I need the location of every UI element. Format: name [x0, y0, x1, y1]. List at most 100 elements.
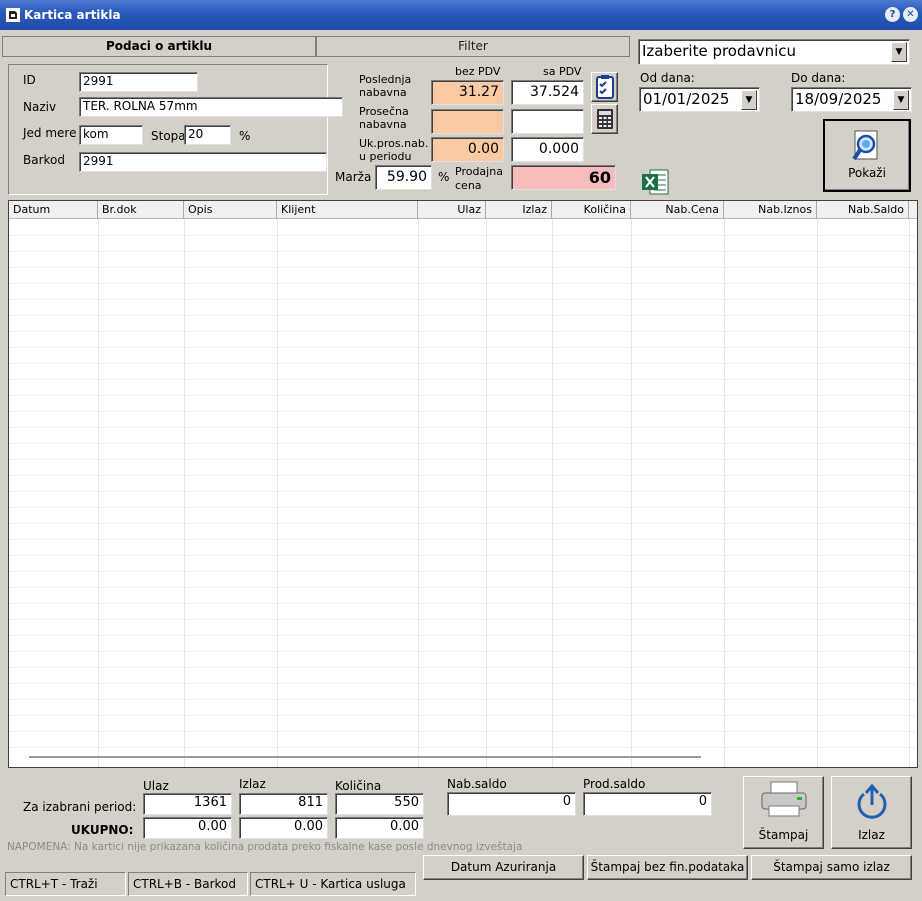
stampaj-button[interactable]: Štampaj	[743, 776, 824, 849]
stopa-field[interactable]: 20	[184, 125, 231, 145]
prod-saldo-header: Prod.saldo	[583, 777, 646, 791]
id-field[interactable]: 2991	[79, 72, 198, 92]
naziv-field[interactable]: TER. ROLNA 57mm	[79, 97, 343, 117]
col-divider	[724, 219, 725, 767]
ukupno-ulaz: 0.00	[143, 817, 232, 839]
col-divider	[184, 219, 185, 767]
col-divider	[631, 219, 632, 767]
grid-row-line	[9, 667, 917, 668]
ukupno-label: UKUPNO:	[71, 823, 134, 837]
grid-row-line	[9, 715, 917, 716]
grid-row-line	[9, 283, 917, 284]
status-kartica-usluga: CTRL+ U - Kartica usluga	[250, 872, 416, 896]
period-izlaz: 811	[239, 793, 328, 815]
grid-row-line	[9, 315, 917, 316]
chevron-down-icon[interactable]: ▼	[893, 90, 909, 110]
napomena-note: NAPOMENA: Na kartici nije prikazana koli…	[7, 841, 523, 853]
grid-row-line	[9, 619, 917, 620]
poslednja-label-1: Poslednja	[359, 73, 412, 86]
stopa-percent: %	[239, 129, 251, 143]
grid-row-line	[9, 747, 917, 748]
col-divider	[552, 219, 553, 767]
pokazi-label: Pokaži	[848, 166, 886, 180]
ukpros-label-1: Uk.pros.nab.	[359, 137, 429, 150]
prodajna-cena-field[interactable]: 60	[511, 165, 616, 190]
prodajna-label-1: Prodajna	[455, 165, 503, 178]
prosecna-bez-pdv	[431, 109, 504, 134]
stampaj-label: Štampaj	[758, 828, 809, 842]
sa-pdv-header: sa PDV	[543, 65, 582, 78]
col-divider	[418, 219, 419, 767]
grid-row-line	[9, 587, 917, 588]
ukpros-bez-pdv: 0.00	[431, 137, 504, 162]
clipboard-check-icon	[595, 75, 614, 99]
col-divider	[277, 219, 278, 767]
datum-azuriranja-button[interactable]: Datum Azuriranja	[423, 855, 584, 880]
grid-row-line	[9, 331, 917, 332]
tab-filter[interactable]: Filter	[316, 36, 630, 56]
marza-field[interactable]: 59.90	[375, 165, 432, 190]
col-header-izlaz[interactable]: Izlaz	[486, 201, 552, 219]
col-header-nab-iznos[interactable]: Nab.Iznos	[724, 201, 817, 219]
bez-pdv-header: bez PDV	[455, 65, 501, 78]
col-header-kolicina[interactable]: Količina	[552, 201, 631, 219]
grid-row-line	[9, 683, 917, 684]
grid-row-line	[9, 299, 917, 300]
poslednja-sa-pdv: 37.524	[511, 80, 584, 105]
excel-icon	[642, 169, 669, 195]
tab-divider	[2, 56, 630, 57]
grid-row-line	[9, 235, 917, 236]
col-divider	[909, 219, 910, 767]
app-icon	[6, 8, 20, 22]
ukupno-izlaz: 0.00	[239, 817, 328, 839]
col-divider	[98, 219, 99, 767]
jed-mere-label: Jed mere	[23, 126, 77, 140]
period-label: Za izabrani period:	[23, 800, 137, 814]
ukpros-label-2: u periodu	[359, 150, 412, 163]
close-window-button[interactable]: ✕	[903, 7, 918, 22]
help-button[interactable]: ?	[885, 7, 900, 22]
calculator-icon	[596, 109, 613, 129]
excel-export-button[interactable]	[640, 167, 670, 197]
col-header-opis[interactable]: Opis	[184, 201, 277, 219]
kolicina-header: Količina	[335, 779, 382, 793]
status-barkod: CTRL+B - Barkod	[128, 872, 248, 896]
grid-row-line	[9, 651, 917, 652]
pokazi-button[interactable]: Pokaži	[823, 119, 911, 192]
power-exit-icon	[857, 783, 886, 819]
grid-row-line	[9, 427, 917, 428]
stopa-label: Stopa	[151, 129, 186, 143]
checklist-button[interactable]	[591, 72, 618, 102]
do-dana-label: Do dana:	[791, 71, 846, 85]
tab-podaci-o-artiklu[interactable]: Podaci o artiklu	[2, 36, 316, 56]
stampaj-samo-izlaz-button[interactable]: Štampaj samo izlaz	[751, 855, 912, 880]
horizontal-scrollbar[interactable]	[29, 756, 701, 758]
naziv-label: Naziv	[23, 100, 57, 114]
id-label: ID	[23, 73, 36, 87]
col-divider	[817, 219, 818, 767]
col-header-br-dok[interactable]: Br.dok	[98, 201, 184, 219]
jed-mere-field[interactable]: kom	[79, 125, 143, 145]
ulaz-header: Ulaz	[143, 779, 169, 793]
store-select[interactable]: Izaberite prodavnicu	[638, 39, 910, 65]
col-header-nab-cena[interactable]: Nab.Cena	[631, 201, 724, 219]
stampaj-bez-fin-button[interactable]: Štampaj bez fin.podataka	[587, 855, 748, 880]
calculator-button[interactable]	[591, 104, 618, 134]
grid-row-line	[9, 267, 917, 268]
col-header-klijent[interactable]: Klijent	[277, 201, 418, 219]
col-header-datum[interactable]: Datum	[9, 201, 98, 219]
col-header-ulaz[interactable]: Ulaz	[418, 201, 486, 219]
col-header-nab-saldo[interactable]: Nab.Saldo	[817, 201, 909, 219]
izlaz-label: Izlaz	[858, 828, 885, 842]
barkod-label: Barkod	[23, 153, 65, 167]
izlaz-button[interactable]: Izlaz	[831, 776, 912, 849]
transactions-grid[interactable]: Datum Br.dok Opis Klijent Ulaz Izlaz Kol…	[8, 200, 918, 768]
prodajna-label-2: cena	[455, 179, 482, 192]
chevron-down-icon[interactable]: ▼	[741, 90, 757, 110]
grid-row-line	[9, 491, 917, 492]
barkod-field[interactable]: 2991	[79, 152, 327, 172]
chevron-down-icon[interactable]: ▼	[891, 42, 907, 62]
grid-row-line	[9, 699, 917, 700]
grid-row-line	[9, 459, 917, 460]
status-trazi: CTRL+T - Traži	[5, 872, 126, 896]
